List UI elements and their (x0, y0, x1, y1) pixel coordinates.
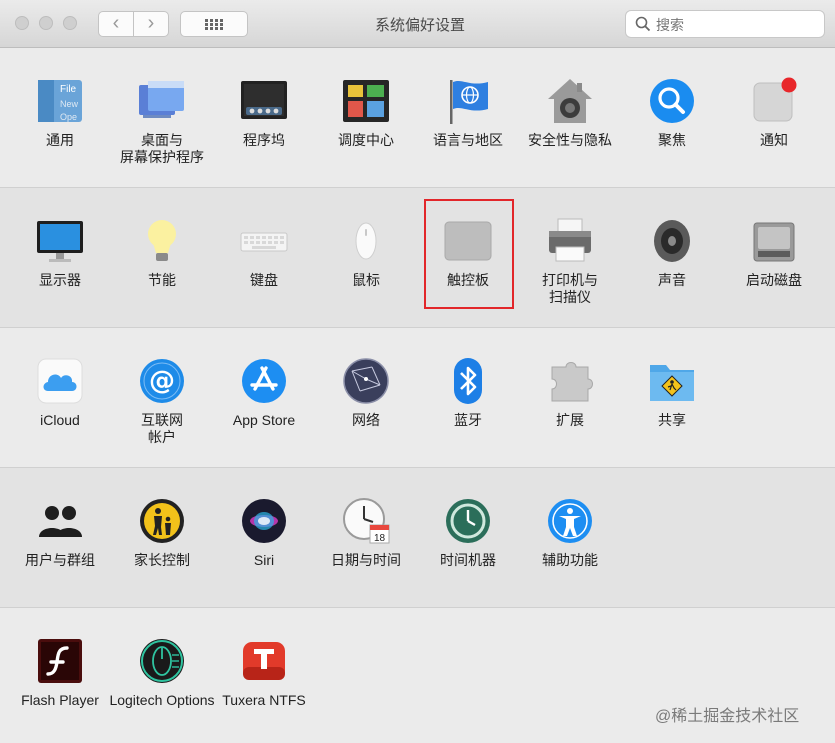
bluetooth-icon (454, 358, 482, 404)
pref-label: 辅助功能 (542, 552, 598, 568)
house-lock-icon (548, 79, 592, 123)
users-groups-icon (39, 506, 82, 537)
printer-icon (549, 218, 591, 262)
light-bulb-icon (148, 220, 176, 261)
svg-text:New: New (60, 99, 79, 109)
svg-text:File: File (60, 84, 77, 95)
close-window-button[interactable] (15, 16, 29, 30)
watermark: @稀土掘金技术社区 (655, 708, 800, 725)
chevron-left-icon: ‹ (112, 12, 120, 34)
clock-calendar-icon: 18 (343, 498, 390, 544)
parental-controls-icon (140, 499, 184, 543)
sharing-folder-icon (650, 365, 694, 401)
mouse-icon (355, 222, 377, 260)
mission-control-icon (343, 80, 389, 122)
title-bar: ‹ › 系统偏好设置 (0, 0, 835, 48)
logitech-mouse-icon (140, 639, 184, 683)
siri-icon (242, 499, 286, 543)
zoom-window-button[interactable] (63, 16, 77, 30)
app-store-icon (242, 359, 286, 403)
spotlight-icon (650, 79, 694, 123)
hard-disk-icon (753, 222, 795, 262)
svg-text:@: @ (149, 366, 175, 396)
search-field[interactable] (625, 10, 825, 38)
forward-button[interactable]: › (133, 11, 169, 37)
desktop-screensaver-icon (139, 81, 184, 118)
tuxera-ntfs-icon (243, 642, 285, 680)
language-region-flag-icon (450, 80, 488, 124)
minimize-window-button[interactable] (39, 16, 53, 30)
accessibility-icon (548, 499, 592, 543)
flash-player-icon (38, 639, 82, 683)
at-sign-icon: @ (140, 359, 184, 403)
search-icon (635, 16, 651, 32)
search-input[interactable] (654, 14, 818, 36)
system-preferences-window: ‹ › 系统偏好设置 FileNewOpe 通用 桌面与 屏幕保护程序 程序坞 (0, 0, 835, 743)
speaker-icon (654, 220, 690, 262)
chevron-right-icon: › (147, 12, 155, 34)
row-internet-wireless: iCloud @ 互联网 帐户 App Store 网络 蓝牙 扩展 共享 (0, 328, 835, 468)
notifications-icon (753, 77, 797, 122)
row-system: 用户与群组 家长控制 Siri 18 日期与时间 时间机器 辅助功能 (0, 468, 835, 608)
calendar-day: 18 (374, 533, 386, 544)
show-all-button[interactable] (180, 11, 248, 37)
icloud-icon (37, 358, 83, 404)
display-icon (37, 221, 83, 262)
keyboard-icon (240, 232, 288, 252)
pref-label: 通知 (760, 132, 788, 148)
window-title: 系统偏好设置 (374, 17, 465, 34)
general-icon: File New Ope (38, 80, 82, 122)
time-machine-icon (446, 499, 490, 543)
svg-text:Ope: Ope (60, 112, 77, 122)
trackpad-highlight-box (424, 199, 514, 309)
back-button[interactable]: ‹ (98, 11, 134, 37)
row-personal: File New Ope 通用 桌面与 屏幕保护程序 程序坞 调度中心 语言与地区 … (0, 48, 835, 188)
network-globe-icon (343, 358, 389, 404)
puzzle-piece-icon (551, 362, 593, 402)
pref-label: 共享 (658, 412, 686, 428)
pref-label: Tuxera NTFS (222, 692, 306, 708)
dock-icon (241, 81, 287, 119)
row-hardware: 显示器 节能 键盘 鼠标 触控板 打印机与 扫描仪 声音 启动磁盘 (0, 188, 835, 328)
pref-label: 启动磁盘 (746, 272, 802, 288)
